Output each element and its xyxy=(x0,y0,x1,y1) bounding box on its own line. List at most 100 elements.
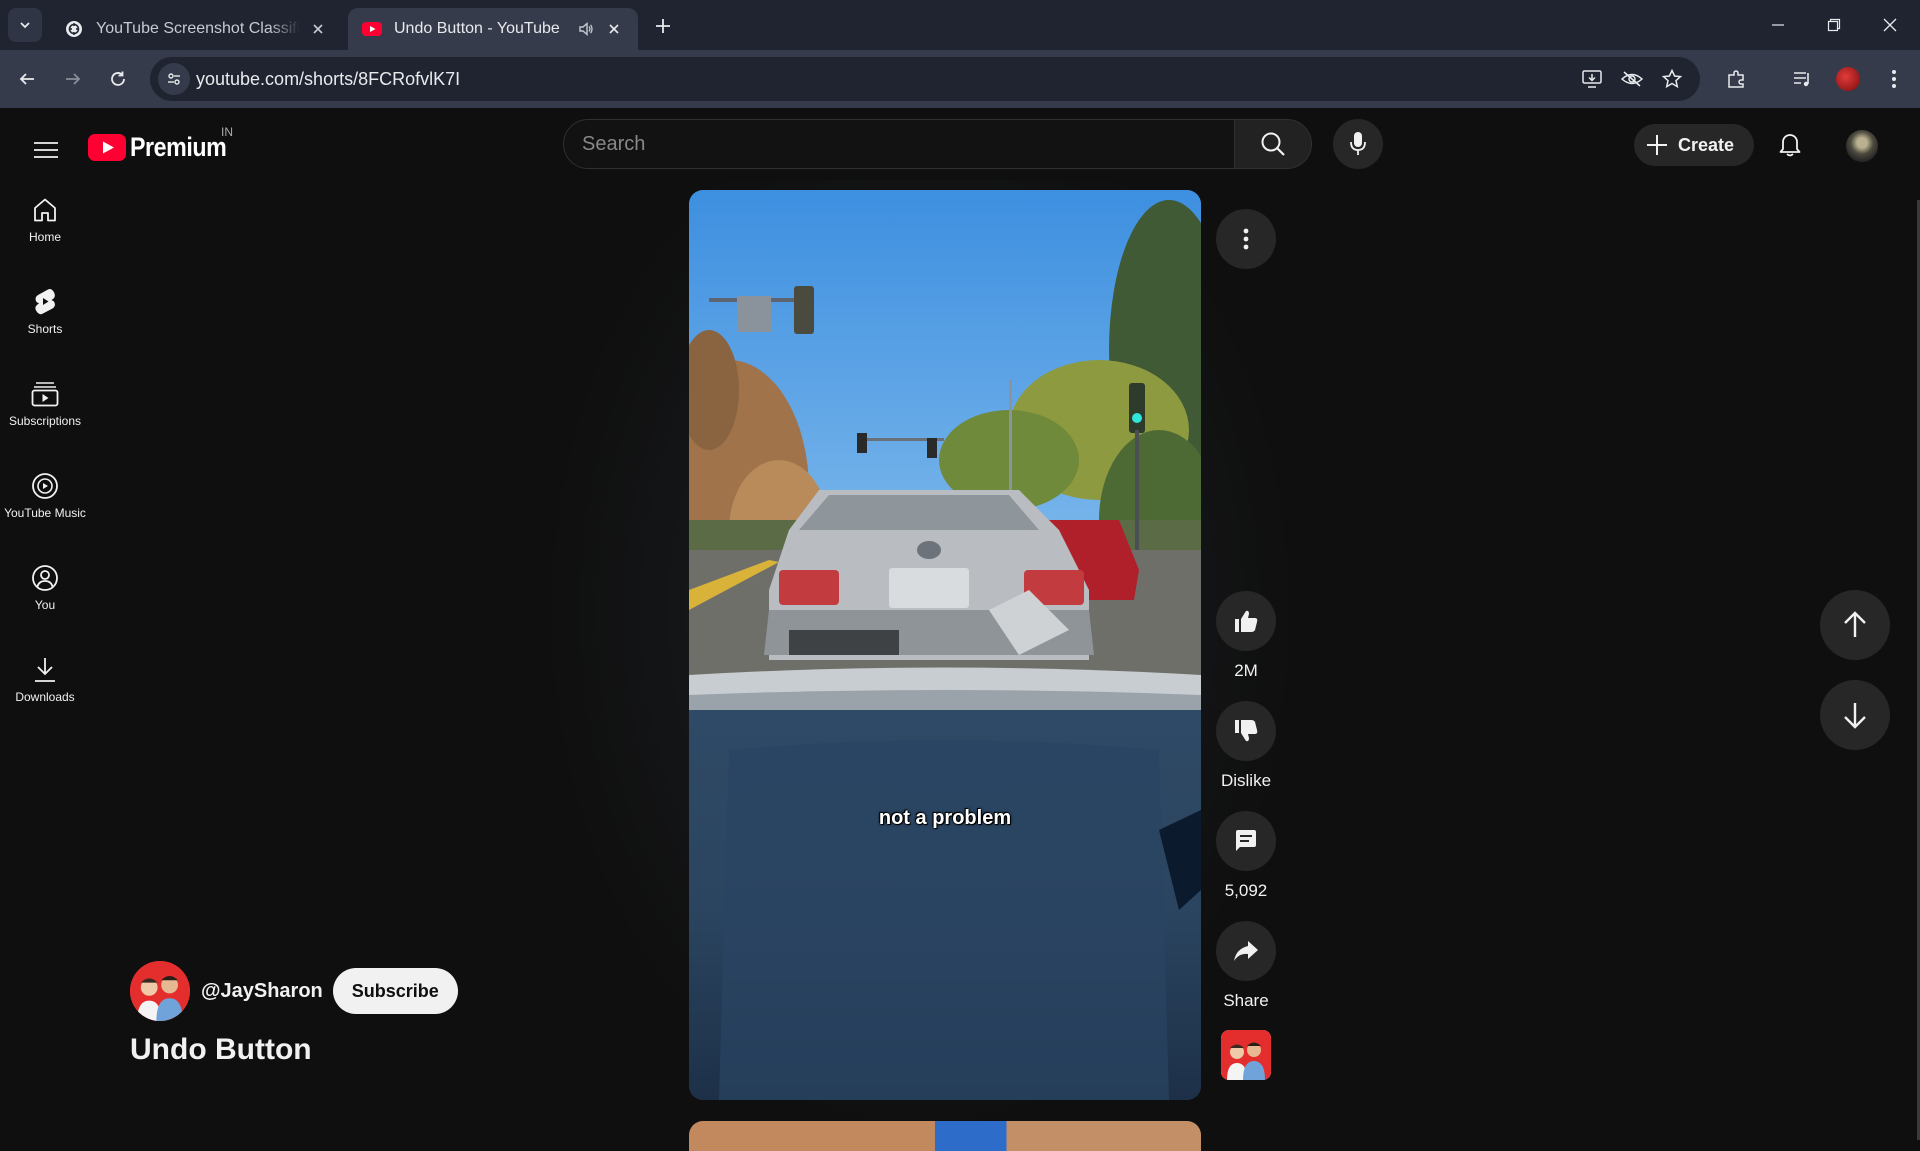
create-label: Create xyxy=(1678,134,1735,155)
browser-tab-active[interactable]: Undo Button - YouTube xyxy=(348,8,638,50)
tune-icon xyxy=(168,73,180,85)
browser-tab-inactive[interactable]: YouTube Screenshot Classification xyxy=(50,8,342,50)
notifications-button[interactable] xyxy=(1770,124,1810,164)
sidebar-item-youtube-music[interactable]: YouTube Music xyxy=(0,456,90,536)
new-tab-button[interactable] xyxy=(650,13,676,39)
thumbs-up-icon xyxy=(1235,610,1258,632)
share-button[interactable] xyxy=(1216,921,1276,981)
close-icon xyxy=(1883,18,1897,32)
speaker-icon[interactable] xyxy=(576,19,596,39)
downloads-icon xyxy=(31,656,59,684)
hamburger-menu-icon xyxy=(34,142,58,158)
comments-action: 5,092 xyxy=(1216,811,1276,901)
channel-info: @JaySharon Subscribe xyxy=(130,961,458,1021)
address-bar[interactable]: youtube.com/shorts/8FCRofvlK7I xyxy=(150,57,1700,101)
sidebar-item-downloads[interactable]: Downloads xyxy=(0,640,90,720)
search-input[interactable] xyxy=(582,133,1182,156)
sidebar-item-you[interactable]: You xyxy=(0,548,90,628)
youtube-logo-icon xyxy=(88,133,126,161)
close-tab-icon[interactable] xyxy=(604,19,624,39)
logo-text: Premium xyxy=(130,131,227,162)
tab-title: Undo Button - YouTube xyxy=(394,20,560,37)
home-icon xyxy=(31,196,59,224)
extensions-icon[interactable] xyxy=(1722,65,1750,93)
like-button[interactable] xyxy=(1216,591,1276,651)
sidebar-item-label: You xyxy=(34,598,56,612)
channel-avatar[interactable] xyxy=(130,961,190,1021)
reload-button[interactable] xyxy=(101,62,135,96)
guide-menu-button[interactable] xyxy=(26,130,66,170)
sidebar-item-home[interactable]: Home xyxy=(0,180,90,260)
previous-short-button[interactable] xyxy=(1820,590,1890,660)
plus-icon xyxy=(1647,135,1667,155)
channel-handle[interactable]: @JaySharon xyxy=(201,980,323,1003)
sound-source-thumbnail[interactable] xyxy=(1221,1030,1271,1080)
install-app-icon[interactable] xyxy=(1580,67,1604,91)
shorts-video-player[interactable]: not a problem xyxy=(689,190,1201,1100)
youtube-header: Premium IN Create xyxy=(0,108,1920,180)
reload-icon xyxy=(111,71,125,86)
search-button[interactable] xyxy=(1234,119,1312,169)
url-text[interactable]: youtube.com/shorts/8FCRofvlK7I xyxy=(196,69,460,90)
youtube-premium-logo[interactable]: Premium xyxy=(88,132,242,162)
country-code: IN xyxy=(221,125,233,139)
share-label: Share xyxy=(1223,991,1269,1010)
browser-menu-icon[interactable] xyxy=(1880,65,1908,93)
sidebar-item-label: Downloads xyxy=(15,690,75,704)
close-tab-icon[interactable] xyxy=(308,19,328,39)
subscriptions-icon xyxy=(31,380,59,408)
eye-off-icon[interactable] xyxy=(1620,67,1644,91)
site-info-button[interactable] xyxy=(158,63,190,95)
short-title: Undo Button xyxy=(130,1033,312,1066)
shorts-icon xyxy=(31,288,59,316)
more-vertical-icon xyxy=(1243,228,1249,250)
sidebar-item-shorts[interactable]: Shorts xyxy=(0,272,90,352)
sidebar-item-subscriptions[interactable]: Subscriptions xyxy=(0,364,90,444)
media-controls-icon[interactable] xyxy=(1788,65,1816,93)
back-button[interactable] xyxy=(10,62,44,96)
voice-search-button[interactable] xyxy=(1333,119,1383,169)
restore-window-button[interactable] xyxy=(1806,0,1862,50)
sidebar-item-label: YouTube Music xyxy=(4,506,86,520)
youtube-music-icon xyxy=(31,472,59,500)
bookmark-star-icon[interactable] xyxy=(1660,67,1684,91)
comment-count: 5,092 xyxy=(1224,881,1268,900)
dislike-label: Dislike xyxy=(1220,771,1272,790)
forward-button[interactable] xyxy=(56,62,90,96)
subscribe-button[interactable]: Subscribe xyxy=(332,968,458,1014)
close-window-button[interactable] xyxy=(1862,0,1918,50)
video-caption: not a problem xyxy=(878,807,1012,829)
search-icon xyxy=(1261,132,1285,156)
more-actions-button[interactable] xyxy=(1216,209,1276,269)
account-avatar[interactable] xyxy=(1846,130,1878,162)
tab-search-button[interactable] xyxy=(8,8,42,42)
video-frame-image xyxy=(689,190,1201,1100)
next-short-preview[interactable] xyxy=(689,1121,1201,1151)
chatgpt-favicon-icon xyxy=(64,19,84,39)
share-icon xyxy=(1234,941,1258,961)
sidebar-item-label: Subscriptions xyxy=(8,414,82,428)
like-count: 2M xyxy=(1234,661,1258,680)
restore-icon xyxy=(1827,18,1841,32)
browser-tab-strip: YouTube Screenshot Classification Undo B… xyxy=(0,0,1920,50)
minimize-window-button[interactable] xyxy=(1750,0,1806,50)
arrow-down-icon xyxy=(1844,703,1866,729)
arrow-right-icon xyxy=(66,73,81,85)
next-short-button[interactable] xyxy=(1820,680,1890,750)
like-action: 2M xyxy=(1216,591,1276,681)
microphone-icon xyxy=(1350,132,1366,155)
share-action: Share xyxy=(1216,921,1276,1011)
chevron-down-icon xyxy=(20,22,30,29)
browser-toolbar: youtube.com/shorts/8FCRofvlK7I xyxy=(0,50,1920,108)
dislike-action: Dislike xyxy=(1216,701,1276,791)
arrow-left-icon xyxy=(19,73,34,85)
bell-icon xyxy=(1779,134,1801,157)
tab-title: YouTube Screenshot Classification xyxy=(96,20,300,37)
channel-avatar-image xyxy=(130,961,190,1021)
you-icon xyxy=(31,564,59,592)
profile-avatar[interactable] xyxy=(1834,65,1862,93)
comments-button[interactable] xyxy=(1216,811,1276,871)
create-button[interactable]: Create xyxy=(1634,124,1754,166)
minimize-icon xyxy=(1772,24,1784,26)
dislike-button[interactable] xyxy=(1216,701,1276,761)
